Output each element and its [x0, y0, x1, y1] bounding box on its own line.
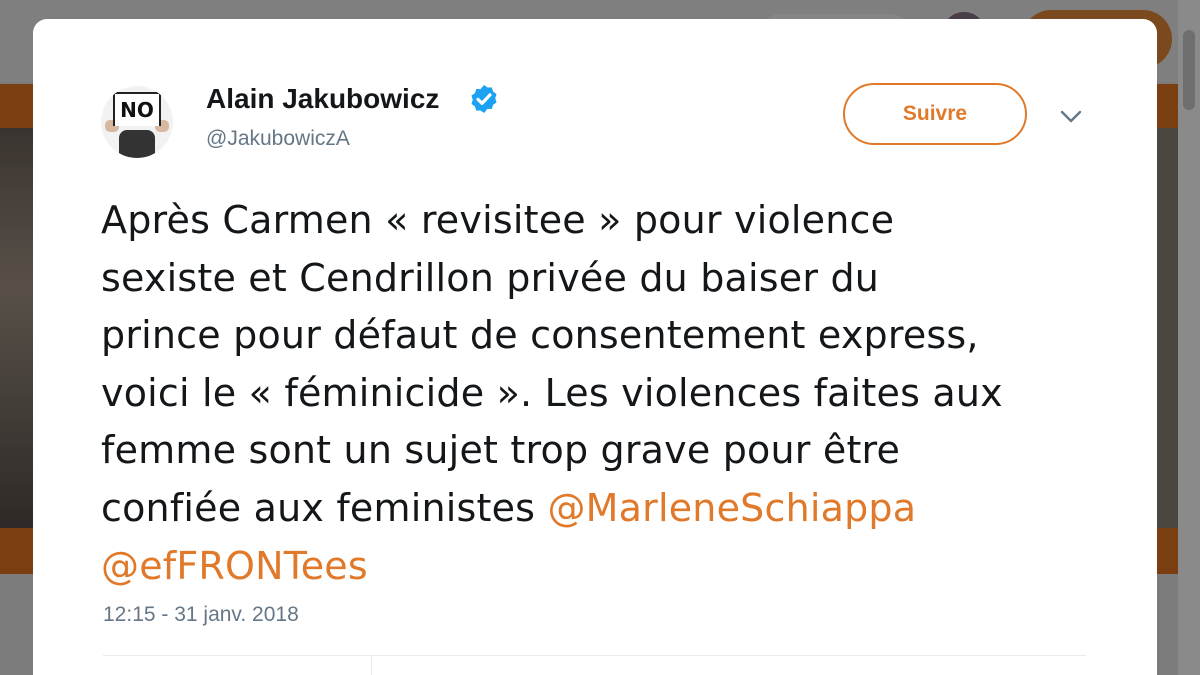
tweet-text-line-with-mention: confiée aux feministes @MarleneSchiappa: [101, 480, 1101, 538]
verified-badge-icon: [471, 85, 497, 113]
tweet-text-line: femme sont un sujet trop grave pour être: [101, 428, 901, 473]
tweet-text-line: prince pour défaut de consentement expre…: [101, 313, 979, 358]
mention-link[interactable]: @MarleneSchiappa: [547, 486, 916, 530]
mention-link[interactable]: @efFRONTees: [101, 544, 368, 588]
tweet-timestamp[interactable]: 12:15 - 31 janv. 2018: [103, 603, 299, 627]
avatar-sign: NO: [113, 92, 161, 126]
tweet-text-line: confiée aux feministes: [101, 485, 548, 530]
tweet-text-line: sexiste et Cendrillon privée du baiser d…: [101, 255, 880, 300]
avatar-suit: [119, 130, 155, 158]
divider-vertical: [371, 656, 372, 675]
follow-button[interactable]: Suivre: [843, 83, 1027, 145]
scrollbar-thumb[interactable]: [1183, 30, 1195, 110]
author-display-name[interactable]: Alain Jakubowicz: [206, 83, 439, 115]
page-scrollbar[interactable]: [1178, 0, 1200, 675]
chevron-down-icon[interactable]: [1059, 109, 1083, 125]
divider: [103, 655, 1086, 656]
tweet-text: Après Carmen « revisitee » pour violence…: [101, 192, 1101, 595]
tweet-modal: NO Alain Jakubowicz @JakubowiczA Suivre …: [33, 19, 1157, 675]
tweet-text-line: Après Carmen « revisitee » pour violence: [101, 198, 895, 242]
tweet-text-line: voici le « féminicide ». Les violences f…: [101, 370, 1003, 415]
author-handle[interactable]: @JakubowiczA: [206, 127, 350, 151]
author-avatar[interactable]: NO: [101, 86, 173, 158]
tweet-text-line-with-mention: @efFRONTees: [101, 538, 1101, 596]
